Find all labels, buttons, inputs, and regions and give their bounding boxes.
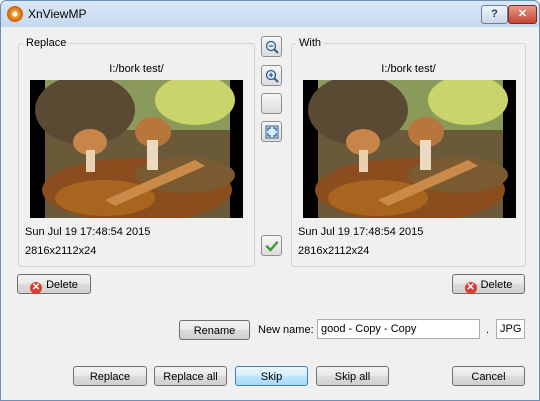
replace-file-date: Sun Jul 19 17:48:54 2015 <box>25 226 151 238</box>
with-image-dimensions: 2816x2112x24 <box>298 245 370 257</box>
window-title: XnViewMP <box>28 7 87 21</box>
delete-left-label: Delete <box>46 279 78 291</box>
delete-right-button[interactable]: ✕ Delete <box>452 274 525 294</box>
zoom-out-button[interactable] <box>261 36 282 57</box>
replace-image-preview <box>30 80 243 218</box>
zoom-out-icon <box>265 40 279 54</box>
replace-group: Replace I:/bork test/ Sun Jul 19 17:48:5… <box>18 37 255 267</box>
extension-input[interactable]: JPG <box>496 319 525 339</box>
cancel-button[interactable]: Cancel <box>452 366 525 386</box>
skip-all-button[interactable]: Skip all <box>316 366 389 386</box>
title-bar[interactable]: XnViewMP ? ✕ <box>1 1 539 27</box>
close-button[interactable]: ✕ <box>508 5 537 24</box>
with-group-title: With <box>296 37 324 49</box>
fit-window-button[interactable] <box>261 121 282 142</box>
replace-all-button[interactable]: Replace all <box>154 366 227 386</box>
delete-right-label: Delete <box>480 279 513 291</box>
dialog-body: Replace I:/bork test/ Sun Jul 19 17:48:5… <box>7 27 533 394</box>
dialog-window: XnViewMP ? ✕ Replace I:/bork test/ Sun J… <box>0 0 540 401</box>
delete-left-button[interactable]: ✕ Delete <box>17 274 91 294</box>
delete-icon: ✕ <box>464 282 477 294</box>
zoom-in-button[interactable] <box>261 65 282 86</box>
replace-path: I:/bork test/ <box>109 63 164 75</box>
actual-size-button[interactable] <box>261 93 282 114</box>
rename-button[interactable]: Rename <box>179 320 250 340</box>
delete-icon: ✕ <box>30 282 43 294</box>
new-name-input[interactable]: good - Copy - Copy <box>317 319 480 339</box>
skip-button[interactable]: Skip <box>235 366 308 386</box>
with-path: I:/bork test/ <box>381 63 436 75</box>
with-image-preview <box>303 80 516 218</box>
help-button[interactable]: ? <box>481 5 508 24</box>
confirm-button[interactable] <box>261 235 282 256</box>
checkmark-icon <box>265 240 278 251</box>
replace-button[interactable]: Replace <box>73 366 147 386</box>
with-group: With I:/bork test/ Sun Jul 19 17:48:54 2… <box>291 37 526 267</box>
replace-group-title: Replace <box>23 37 70 49</box>
zoom-in-icon <box>265 69 279 83</box>
xnview-app-icon <box>7 6 23 22</box>
extension-dot: . <box>486 324 490 336</box>
new-name-label: New name: <box>258 324 314 336</box>
with-file-date: Sun Jul 19 17:48:54 2015 <box>298 226 424 238</box>
fit-window-icon <box>265 125 278 138</box>
replace-image-dimensions: 2816x2112x24 <box>25 245 97 257</box>
